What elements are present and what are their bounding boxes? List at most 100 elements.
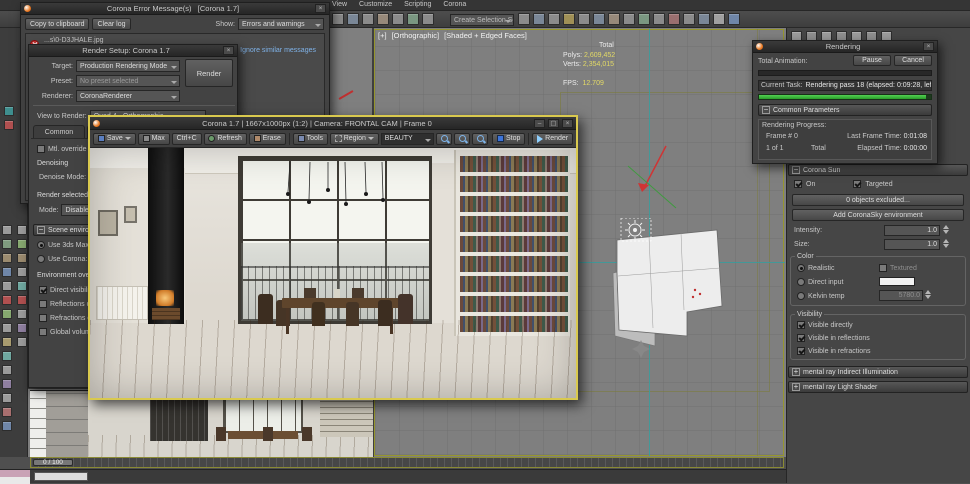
left-toolbar-icon-16[interactable] xyxy=(17,225,27,235)
named-selection-set-dropdown[interactable]: Create Selection Set xyxy=(450,14,514,26)
left-toolbar-icon-12[interactable] xyxy=(2,379,12,389)
toolbar-icon-b-7[interactable] xyxy=(608,13,620,25)
status-field[interactable] xyxy=(34,472,88,481)
mtl-override-checkbox[interactable] xyxy=(37,145,45,153)
target-dropdown[interactable]: Production Rendering Mode xyxy=(76,60,180,72)
tools-button[interactable]: Tools xyxy=(293,133,328,145)
toolbar-icon-b-12[interactable] xyxy=(683,13,695,25)
expand-icon[interactable] xyxy=(792,383,800,391)
left-toolbar-icon-20[interactable] xyxy=(17,281,27,291)
toolbar-icon-b-4[interactable] xyxy=(563,13,575,25)
collapse-icon[interactable] xyxy=(792,166,800,174)
left-toolbar-icon-7[interactable] xyxy=(2,309,12,319)
stop-button[interactable]: Stop xyxy=(492,133,525,145)
toolbar-icon-b-3[interactable] xyxy=(548,13,560,25)
close-icon[interactable] xyxy=(223,46,234,55)
kelvin-spinner[interactable] xyxy=(925,290,931,299)
timeline-track[interactable]: 0 / 100 xyxy=(30,457,784,468)
minimize-icon[interactable] xyxy=(534,119,545,128)
menu-scripting[interactable]: Scripting xyxy=(404,1,431,8)
left-toolbar-icon-21[interactable] xyxy=(17,295,27,305)
preset-dropdown[interactable]: No preset selected xyxy=(76,75,180,87)
toolbar-icon-a-4[interactable] xyxy=(377,13,389,25)
expand-icon[interactable] xyxy=(792,368,800,376)
left-toolbar-icon-23[interactable] xyxy=(17,323,27,333)
toolbar-icon-a-6[interactable] xyxy=(407,13,419,25)
toolbar-icon-a-2[interactable] xyxy=(347,13,359,25)
left-toolbar-icon-1[interactable] xyxy=(2,225,12,235)
sun-on-checkbox[interactable] xyxy=(794,180,802,188)
reflections-override-checkbox[interactable] xyxy=(39,300,47,308)
close-icon[interactable] xyxy=(923,42,934,51)
left-toolbar-icon-11[interactable] xyxy=(2,365,12,375)
exclude-objects-button[interactable]: 0 objects excluded... xyxy=(792,194,964,206)
toolbar-icon-a-3[interactable] xyxy=(362,13,374,25)
progress-titlebar[interactable]: Rendering xyxy=(753,41,937,53)
zoom-out-button[interactable] xyxy=(436,133,452,145)
use-max-settings-radio[interactable] xyxy=(37,241,45,249)
render-button[interactable]: Render xyxy=(185,59,233,87)
viewport-camera[interactable] xyxy=(30,390,373,457)
size-spinner[interactable] xyxy=(943,239,949,248)
region-button[interactable]: Region xyxy=(330,133,379,145)
toolbar-icon-b-2[interactable] xyxy=(533,13,545,25)
left-toolbar-top-icon-1[interactable] xyxy=(4,106,14,116)
collapse-icon[interactable] xyxy=(37,226,45,234)
color-swatch[interactable] xyxy=(879,277,915,286)
ignore-similar-link[interactable]: Ignore similar messages xyxy=(240,47,316,54)
toolbar-icon-a-7[interactable] xyxy=(422,13,434,25)
toolbar-icon-a-1[interactable] xyxy=(332,13,344,25)
global-volume-checkbox[interactable] xyxy=(39,328,47,336)
use-corona-radio[interactable] xyxy=(37,255,45,263)
save-button[interactable]: Save xyxy=(93,133,136,145)
toolbar-icon-b-11[interactable] xyxy=(668,13,680,25)
left-toolbar-icon-4[interactable] xyxy=(2,267,12,277)
intensity-field[interactable]: 1.0 xyxy=(884,225,940,236)
visible-refractions-checkbox[interactable] xyxy=(797,347,805,355)
left-toolbar-icon-22[interactable] xyxy=(17,309,27,319)
toolbar-icon-b-10[interactable] xyxy=(653,13,665,25)
close-icon[interactable] xyxy=(562,119,573,128)
maxscript-listener-pink[interactable] xyxy=(0,470,30,477)
tab-common[interactable]: Common xyxy=(33,125,85,138)
toolbar-icon-b-5[interactable] xyxy=(578,13,590,25)
left-toolbar-icon-6[interactable] xyxy=(2,295,12,305)
cancel-button[interactable]: Cancel xyxy=(894,55,932,66)
viewport-menu-shading[interactable]: [Shaded + Edged Faces] xyxy=(444,31,527,40)
direct-input-radio[interactable] xyxy=(797,278,805,286)
left-toolbar-icon-5[interactable] xyxy=(2,281,12,291)
menu-corona[interactable]: Corona xyxy=(443,1,466,8)
vfb-titlebar[interactable]: Corona 1.7 | 1667x1000px (1:2) | Camera:… xyxy=(90,117,576,130)
rendered-image[interactable] xyxy=(90,148,576,398)
visible-directly-checkbox[interactable] xyxy=(797,321,805,329)
max-button[interactable]: Max xyxy=(138,133,170,145)
toolbar-icon-b-14[interactable] xyxy=(713,13,725,25)
toolbar-icon-b-6[interactable] xyxy=(593,13,605,25)
copy-to-clipboard-button[interactable]: Copy to clipboard xyxy=(25,18,89,30)
zoom-reset-button[interactable] xyxy=(454,133,470,145)
sun-targeted-checkbox[interactable] xyxy=(853,180,861,188)
left-toolbar-icon-9[interactable] xyxy=(2,337,12,347)
mr-indirect-rollout[interactable]: mental ray Indirect Illumination xyxy=(788,366,968,378)
zoom-in-button[interactable] xyxy=(472,133,488,145)
channel-dropdown[interactable]: BEAUTY xyxy=(381,133,435,145)
viewport-menu-general[interactable]: [+] xyxy=(378,31,387,40)
left-toolbar-icon-14[interactable] xyxy=(2,407,12,417)
realistic-radio[interactable] xyxy=(797,264,805,272)
scene-model-plan[interactable] xyxy=(583,218,748,363)
mr-shader-rollout[interactable]: mental ray Light Shader xyxy=(788,381,968,393)
close-icon[interactable] xyxy=(315,4,326,13)
clear-log-button[interactable]: Clear log xyxy=(92,18,130,30)
show-filter-dropdown[interactable]: Errors and warnings xyxy=(238,18,324,30)
toolbar-icon-a-5[interactable] xyxy=(392,13,404,25)
collapse-icon[interactable] xyxy=(762,106,770,114)
left-toolbar-icon-15[interactable] xyxy=(2,421,12,431)
add-corona-sky-button[interactable]: Add CoronaSky environment xyxy=(792,209,964,221)
pause-button[interactable]: Pause xyxy=(853,55,891,66)
left-toolbar-icon-2[interactable] xyxy=(2,239,12,249)
left-toolbar-icon-13[interactable] xyxy=(2,393,12,403)
left-toolbar-icon-8[interactable] xyxy=(2,323,12,333)
textured-checkbox[interactable] xyxy=(879,264,887,272)
erase-button[interactable]: Erase xyxy=(249,133,286,145)
toolbar-icon-b-8[interactable] xyxy=(623,13,635,25)
